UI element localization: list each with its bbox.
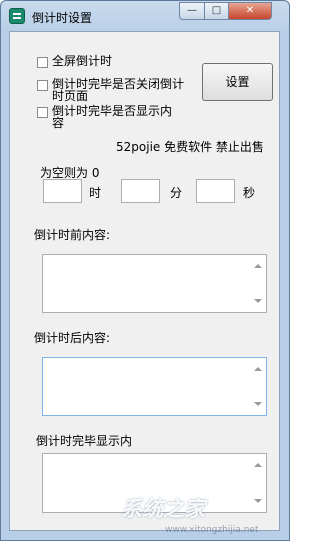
settings-panel: 全屏倒计时 倒计时完毕是否关闭倒计时页面 倒计时完毕是否显示内容 设置 52po…	[9, 31, 280, 531]
scroll-up-icon[interactable]	[254, 463, 262, 467]
footer-text: 52pojie 免费软件 禁止出售	[116, 140, 264, 154]
countdown-settings-window: 倒计时设置 — □ ✕ 全屏倒计时 倒计时完毕是否关闭倒计时页面 倒计时完毕是否…	[0, 0, 290, 541]
show-content-checkbox-box[interactable]	[37, 107, 48, 118]
fullscreen-checkbox[interactable]: 全屏倒计时	[37, 55, 187, 68]
show-content-checkbox[interactable]: 倒计时完毕是否显示内容	[37, 105, 177, 129]
fullscreen-label: 全屏倒计时	[52, 54, 113, 68]
close-page-checkbox-box[interactable]	[37, 80, 48, 91]
fullscreen-checkbox-box[interactable]	[37, 57, 48, 68]
close-page-label: 倒计时完毕是否关闭倒计时页面	[52, 77, 185, 103]
finished-content-scrollbar[interactable]	[250, 454, 266, 512]
minutes-input[interactable]	[121, 179, 160, 203]
before-content-scrollbar[interactable]	[250, 255, 266, 312]
seconds-input[interactable]	[196, 179, 235, 203]
window-title: 倒计时设置	[32, 11, 93, 25]
finished-content-label: 倒计时完毕显示内	[36, 434, 133, 448]
close-page-checkbox[interactable]: 倒计时完毕是否关闭倒计时页面	[37, 78, 189, 102]
minutes-unit: 分	[170, 186, 183, 200]
watermark-url: www.xitongzhijia.net	[165, 525, 259, 535]
minimize-button[interactable]: —	[179, 2, 205, 20]
title-bar[interactable]: 倒计时设置 — □ ✕	[1, 1, 289, 31]
close-button[interactable]: ✕	[228, 2, 272, 20]
hours-input[interactable]	[43, 179, 82, 203]
watermark-logo: 系统之家	[121, 497, 205, 521]
after-content-scrollbar[interactable]	[250, 358, 266, 415]
after-content-textarea[interactable]	[42, 357, 267, 416]
hours-unit: 时	[89, 186, 102, 200]
show-content-label: 倒计时完毕是否显示内容	[52, 104, 173, 130]
before-content-textarea[interactable]	[42, 254, 267, 313]
settings-button[interactable]: 设置	[202, 63, 273, 101]
scroll-down-icon[interactable]	[254, 402, 262, 406]
after-content-label: 倒计时后内容:	[34, 331, 111, 345]
scroll-up-icon[interactable]	[254, 367, 262, 371]
maximize-button[interactable]: □	[204, 2, 229, 20]
seconds-unit: 秒	[243, 186, 256, 200]
app-icon	[9, 8, 25, 24]
scroll-up-icon[interactable]	[254, 264, 262, 268]
before-content-label: 倒计时前内容:	[34, 228, 111, 242]
scroll-down-icon[interactable]	[254, 499, 262, 503]
scroll-down-icon[interactable]	[254, 299, 262, 303]
